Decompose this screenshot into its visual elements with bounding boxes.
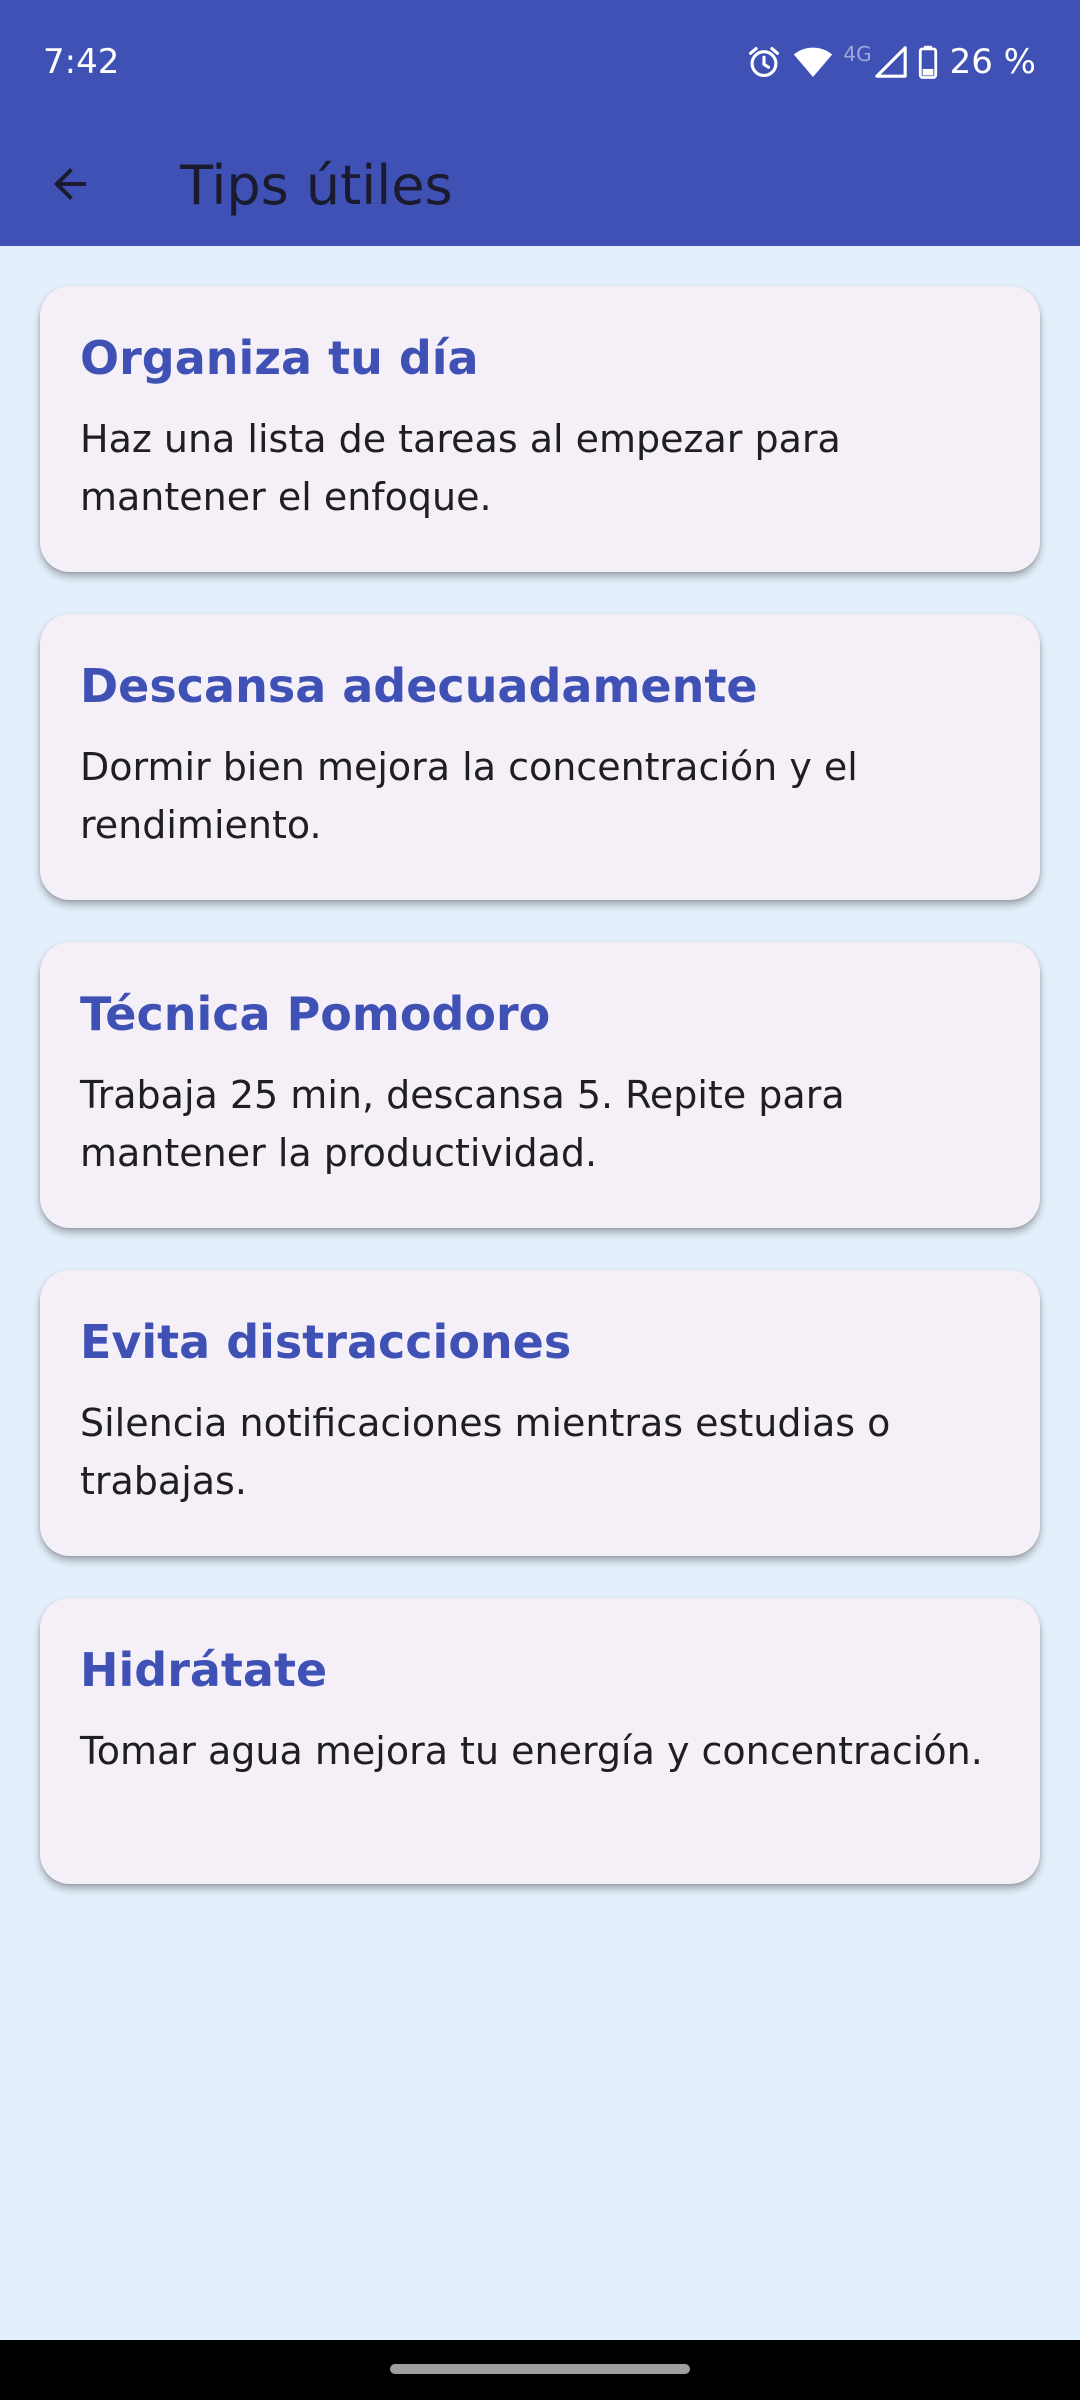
status-icons: 4G 26 %	[745, 38, 1036, 86]
tip-title: Organiza tu día	[80, 331, 479, 385]
tip-card[interactable]: Técnica Pomodoro Trabaja 25 min, descans…	[40, 942, 1040, 1228]
home-gesture-handle[interactable]	[390, 2364, 690, 2374]
tip-card[interactable]: Evita distracciones Silencia notificacio…	[40, 1270, 1040, 1556]
status-time: 7:42	[43, 42, 120, 82]
wifi-icon	[793, 44, 833, 80]
tip-text: Dormir bien mejora la concentración y el…	[80, 745, 858, 847]
network-type-label: 4G	[843, 42, 872, 66]
battery-percent: 26 %	[949, 42, 1036, 82]
tip-card[interactable]: Descansa adecuadamente Dormir bien mejor…	[40, 614, 1040, 900]
tip-card[interactable]: Organiza tu día Haz una lista de tareas …	[40, 286, 1040, 572]
back-button[interactable]	[30, 146, 110, 226]
tip-text: Haz una lista de tareas al empezar para …	[80, 417, 841, 519]
tip-text: Silencia notificaciones mientras estudia…	[80, 1401, 891, 1503]
tip-text: Trabaja 25 min, descansa 5. Repite para …	[80, 1073, 845, 1175]
tip-title: Evita distracciones	[80, 1315, 572, 1369]
tip-card[interactable]: Hidrátate Tomar agua mejora tu energía y…	[40, 1598, 1040, 1884]
arrow-back-icon	[46, 160, 94, 212]
tips-list: Organiza tu día Haz una lista de tareas …	[40, 286, 1040, 1926]
tip-title: Técnica Pomodoro	[80, 987, 551, 1041]
app-bar: Tips útiles	[0, 122, 1080, 246]
signal-icon	[874, 45, 908, 79]
tip-text: Tomar agua mejora tu energía y concentra…	[80, 1729, 983, 1773]
battery-icon	[918, 45, 938, 79]
alarm-icon	[745, 43, 783, 81]
tip-title: Hidrátate	[80, 1643, 328, 1697]
status-bar: 7:42 4G 26 %	[0, 0, 1080, 122]
navigation-bar	[0, 2340, 1080, 2400]
page-title: Tips útiles	[180, 154, 453, 217]
tip-title: Descansa adecuadamente	[80, 659, 758, 713]
